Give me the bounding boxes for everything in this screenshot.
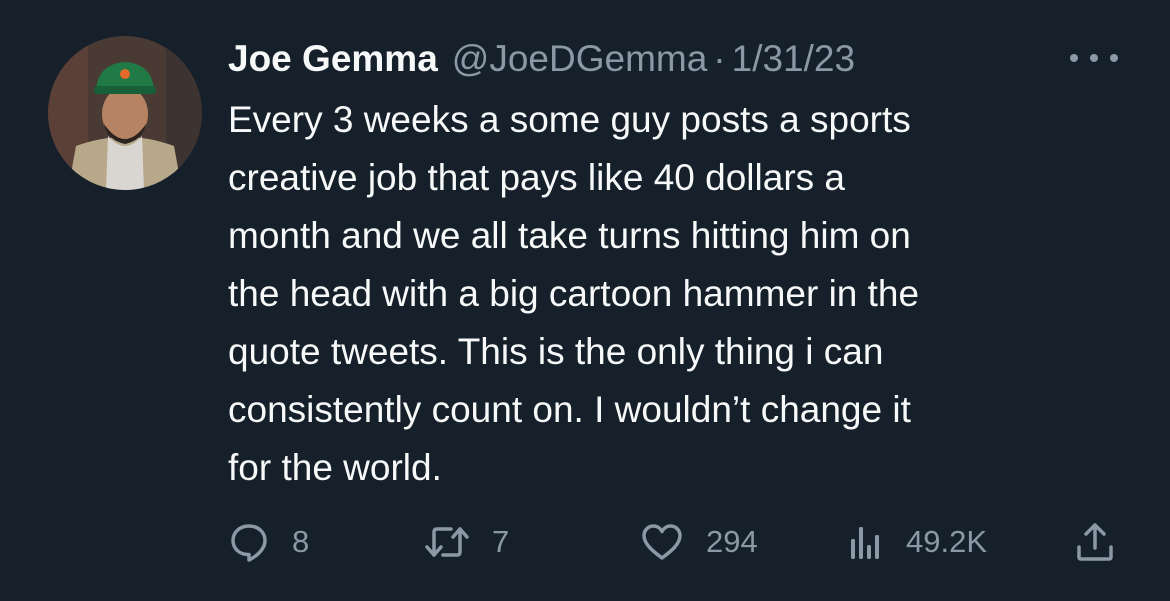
views-button[interactable]: 49.2K [848, 514, 987, 570]
share-upload-icon [1074, 521, 1116, 563]
like-button[interactable]: 294 [640, 514, 758, 570]
tweet: Joe Gemma @JoeDGemma · 1/31/23 Every 3 w… [0, 0, 1170, 601]
retweet-arrows-icon [424, 521, 470, 563]
retweet-button[interactable]: 7 [424, 514, 509, 570]
bar-chart-icon [848, 521, 884, 563]
like-count: 294 [706, 524, 758, 559]
more-dot-icon [1090, 54, 1098, 62]
more-dot-icon [1110, 54, 1118, 62]
tweet-text: Every 3 weeks a some guy posts a sports … [228, 99, 920, 488]
share-button[interactable] [1074, 514, 1116, 570]
display-name[interactable]: Joe Gemma [228, 34, 438, 84]
heart-icon [640, 521, 684, 563]
reply-button[interactable]: 8 [228, 514, 309, 570]
more-options-button[interactable] [1070, 46, 1118, 70]
view-count: 49.2K [906, 524, 988, 559]
avatar-image [48, 36, 202, 190]
user-handle[interactable]: @JoeDGemma [452, 34, 708, 84]
tweet-header: Joe Gemma @JoeDGemma · 1/31/23 [228, 34, 855, 84]
tweet-date[interactable]: 1/31/23 [732, 34, 855, 84]
reply-count: 8 [292, 524, 310, 559]
header-separator: · [713, 38, 726, 79]
tweet-actions: 8 7 294 49.2K [228, 514, 1128, 570]
speech-bubble-icon [228, 521, 270, 563]
more-dot-icon [1070, 54, 1078, 62]
retweet-count: 7 [492, 524, 510, 559]
avatar[interactable] [48, 36, 202, 190]
